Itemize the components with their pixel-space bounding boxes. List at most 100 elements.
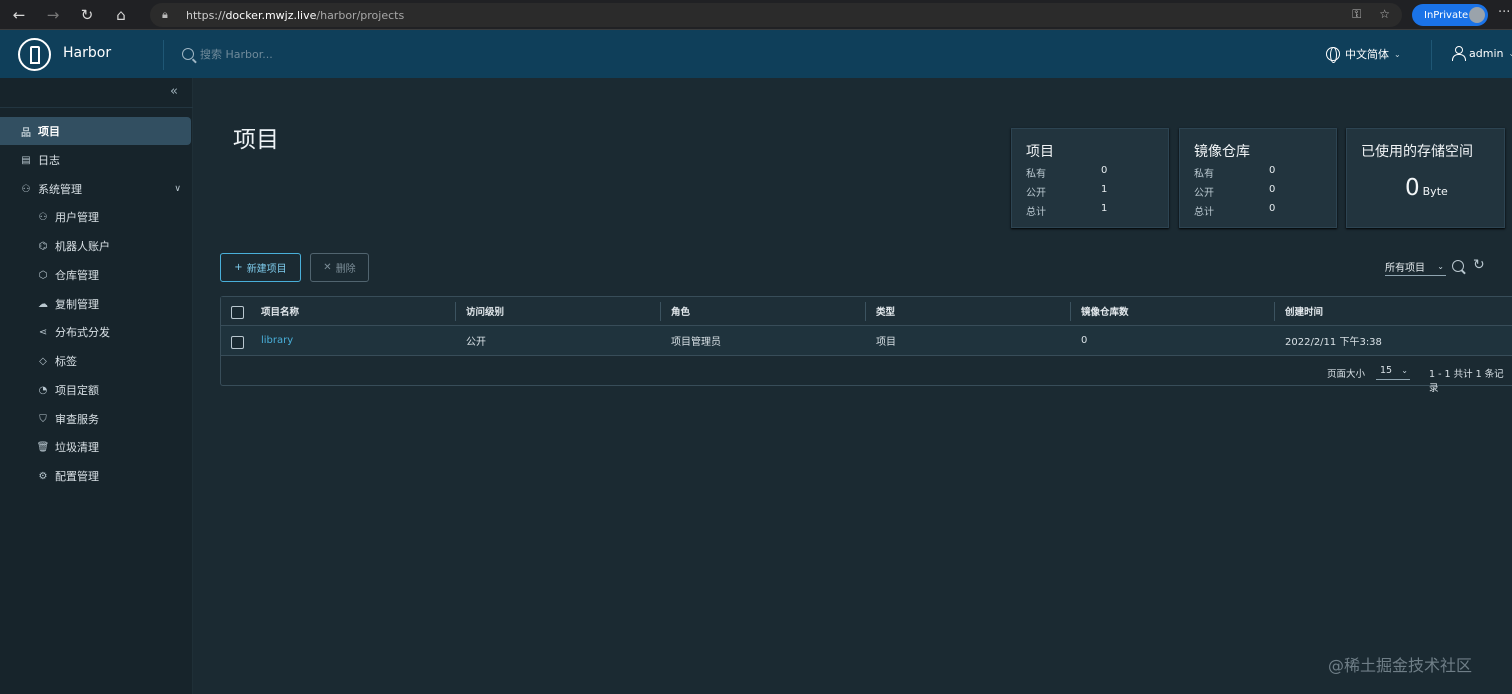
- chevron-down-icon: ⌄: [1508, 48, 1512, 58]
- search-icon[interactable]: [1451, 259, 1467, 275]
- storage-summary-card: 已使用的存储空间 0 Byte: [1346, 128, 1505, 228]
- global-search[interactable]: 搜索 Harbor...: [182, 46, 273, 62]
- logs-icon: ▤: [21, 154, 31, 166]
- column-header[interactable]: 访问级别: [466, 297, 504, 325]
- refresh-icon[interactable]: ↻: [1473, 257, 1485, 273]
- more-icon[interactable]: ···: [1498, 5, 1510, 20]
- replication-icon: ☁: [38, 298, 48, 310]
- sidebar-item-admin[interactable]: ⚇ 系统管理 ∨: [0, 175, 191, 203]
- sidebar-item-label: 机器人账户: [55, 240, 110, 253]
- user-icon: [1452, 46, 1466, 61]
- header-divider: [163, 40, 164, 70]
- column-header[interactable]: 项目名称: [261, 297, 299, 325]
- language-selector[interactable]: 中文简体 ⌄: [1326, 46, 1401, 63]
- sidebar-item-label: 项目: [38, 125, 60, 138]
- forward-icon[interactable]: →: [38, 0, 68, 30]
- sidebar-item-label: 用户管理: [55, 211, 99, 224]
- sidebar-item-users[interactable]: ⚇ 用户管理: [0, 203, 191, 231]
- delete-button[interactable]: ✕ 删除: [310, 253, 369, 282]
- projects-summary-card: 项目 私有 0 公开 1 总计 1: [1011, 128, 1169, 228]
- sidebar-item-label: 复制管理: [55, 298, 99, 311]
- tag-icon: ◇: [39, 355, 47, 367]
- sidebar-item-label: 仓库管理: [55, 269, 99, 282]
- lock-icon: 🔒︎: [162, 8, 168, 21]
- main-content: 项目 项目 私有 0 公开 1 总计 1 镜像仓库 私有 0 公开 0 总计 0 已使用的存…: [193, 78, 1512, 694]
- url-host: docker.mwjz.live: [225, 8, 317, 22]
- table-header: 项目名称 访问级别 角色 类型 镜像仓库数 创建时间: [221, 297, 1512, 326]
- distribution-icon: ⋖: [38, 326, 48, 338]
- project-name-link[interactable]: library: [261, 326, 293, 355]
- sidebar-item-projects[interactable]: 品 项目: [0, 117, 191, 145]
- repo-count: 0: [1081, 335, 1088, 346]
- column-header[interactable]: 镜像仓库数: [1081, 297, 1129, 325]
- robot-icon: ⌬: [38, 240, 48, 252]
- watermark: @稀土掘金技术社区: [1328, 656, 1473, 675]
- address-bar[interactable]: 🔒︎ https://docker.mwjz.live/harbor/proje…: [150, 3, 1402, 27]
- projects-table: 项目名称 访问级别 角色 类型 镜像仓库数 创建时间 library 公开 项目…: [220, 296, 1512, 394]
- sidebar-item-label: 分布式分发: [55, 326, 110, 339]
- key-icon[interactable]: ⚿: [1352, 7, 1361, 22]
- search-icon: [182, 48, 194, 60]
- sidebar-item-label: 系统管理: [38, 183, 82, 196]
- sidebar: « 品 项目 ▤ 日志 ⚇ 系统管理 ∨ ⚇ 用户管理 ⌬ 机器人账户 ⬡ 仓库…: [0, 78, 193, 694]
- repos-summary-card: 镜像仓库 私有 0 公开 0 总计 0: [1179, 128, 1337, 228]
- card-title: 已使用的存储空间: [1361, 144, 1473, 160]
- card-title: 镜像仓库: [1194, 144, 1250, 160]
- stat-public: 公开 0: [1194, 184, 1276, 199]
- new-project-button[interactable]: + 新建项目: [220, 253, 301, 282]
- creation-time: 2022/2/11 下午3:38: [1285, 337, 1382, 348]
- url-scheme: https://: [186, 8, 226, 22]
- sidebar-item-gc[interactable]: 🗑︎ 垃圾清理: [0, 433, 191, 461]
- sidebar-item-robots[interactable]: ⌬ 机器人账户: [0, 232, 191, 260]
- collapse-sidebar-icon[interactable]: «: [170, 84, 178, 99]
- favorites-icon[interactable]: ☆: [1379, 7, 1390, 22]
- column-divider: [1274, 302, 1275, 321]
- back-icon[interactable]: ←: [4, 0, 34, 30]
- sidebar-item-registries[interactable]: ⬡ 仓库管理: [0, 261, 191, 289]
- search-input[interactable]: 搜索 Harbor...: [200, 46, 273, 62]
- page-size-select[interactable]: 15 ⌄: [1376, 362, 1410, 380]
- stat-total: 总计 0: [1194, 203, 1276, 218]
- inprivate-button[interactable]: InPrivate: [1412, 4, 1488, 26]
- sidebar-item-replication[interactable]: ☁ 复制管理: [0, 290, 191, 318]
- sidebar-item-label: 垃圾清理: [55, 441, 99, 454]
- sidebar-item-scanners[interactable]: ⛉ 审查服务: [0, 405, 191, 433]
- plus-icon: +: [234, 262, 243, 273]
- app-name[interactable]: Harbor: [63, 45, 111, 61]
- chevron-down-icon: ⌄: [1394, 49, 1401, 59]
- shield-icon: ⛉: [39, 413, 47, 425]
- sidebar-item-config[interactable]: ⚙ 配置管理: [0, 462, 191, 490]
- profile-avatar: [1469, 7, 1485, 23]
- sidebar-item-distribution[interactable]: ⋖ 分布式分发: [0, 318, 191, 346]
- column-divider: [1070, 302, 1071, 321]
- sidebar-item-labels[interactable]: ◇ 标签: [0, 347, 191, 375]
- column-header[interactable]: 角色: [671, 297, 690, 325]
- stat-private: 私有 0: [1194, 165, 1276, 180]
- sidebar-item-label: 审查服务: [55, 413, 99, 426]
- close-icon: ✕: [323, 262, 332, 273]
- chevron-down-icon: ⌄: [1437, 262, 1444, 271]
- storage-value: 0 Byte: [1405, 175, 1448, 201]
- sidebar-item-quotas[interactable]: ◔ 项目定额: [0, 376, 191, 404]
- sidebar-divider: [0, 107, 193, 108]
- home-icon[interactable]: ⌂: [106, 0, 136, 30]
- stat-public: 公开 1: [1026, 184, 1108, 199]
- type: 项目: [876, 337, 896, 348]
- row-checkbox[interactable]: [231, 336, 244, 349]
- users-icon: ⚇: [38, 211, 48, 223]
- select-all-checkbox[interactable]: [231, 306, 244, 319]
- project-filter-select[interactable]: 所有项目 ⌄: [1385, 258, 1446, 276]
- sidebar-item-logs[interactable]: ▤ 日志: [0, 146, 191, 174]
- reload-icon[interactable]: ↻: [72, 0, 102, 30]
- column-header[interactable]: 类型: [876, 297, 895, 325]
- language-label: 中文简体: [1345, 48, 1389, 61]
- sidebar-item-label: 标签: [55, 355, 77, 368]
- harbor-logo-icon[interactable]: [18, 38, 51, 71]
- app-header: Harbor 搜索 Harbor... 中文简体 ⌄ admin ⌄: [0, 30, 1512, 78]
- table-row: library 公开 项目管理员 项目 0 2022/2/11 下午3:38: [221, 326, 1512, 356]
- projects-icon: 品: [21, 127, 31, 139]
- user-menu[interactable]: admin ⌄: [1452, 46, 1512, 61]
- stat-total: 总计 1: [1026, 203, 1108, 218]
- browser-toolbar: ← → ↻ ⌂ 🔒︎ https://docker.mwjz.live/harb…: [0, 0, 1512, 30]
- column-header[interactable]: 创建时间: [1285, 297, 1323, 325]
